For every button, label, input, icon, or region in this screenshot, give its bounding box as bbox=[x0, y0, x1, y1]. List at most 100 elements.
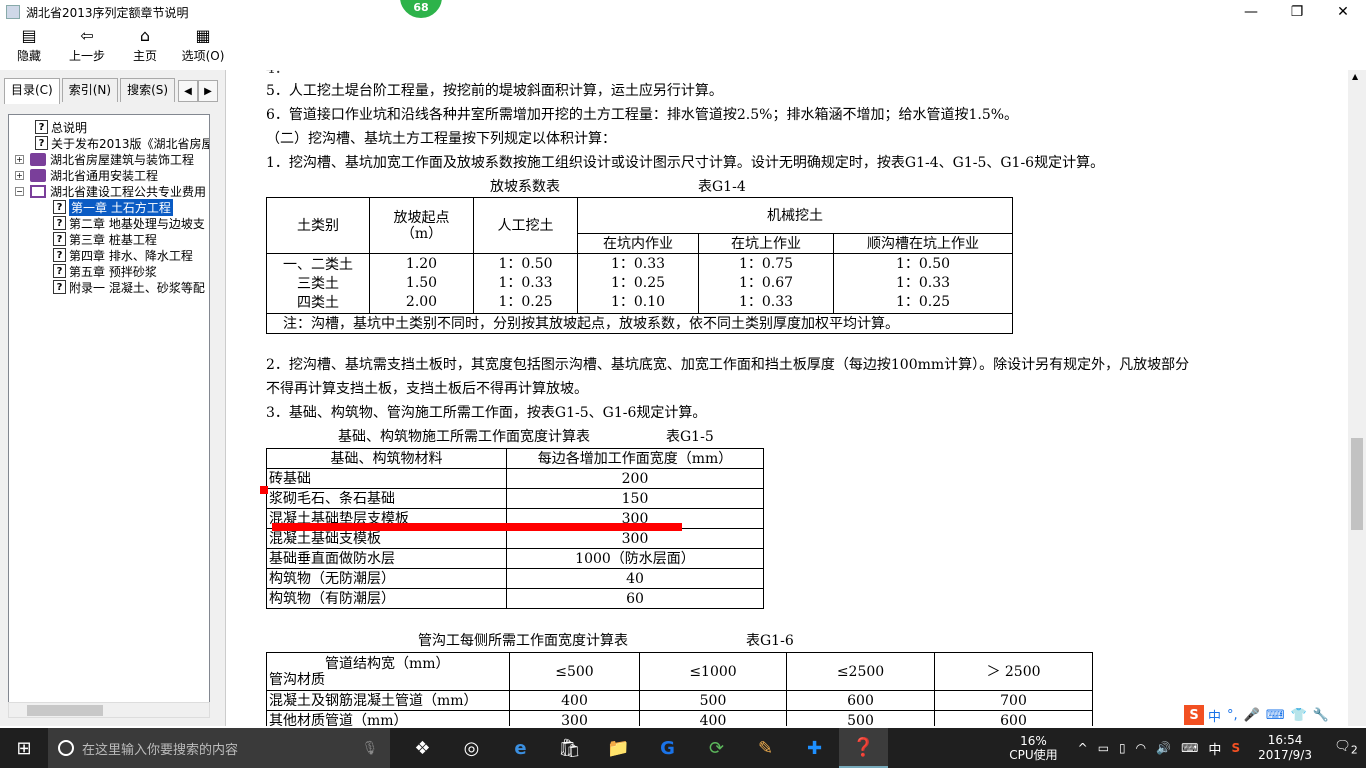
options-icon: ▦ bbox=[195, 25, 211, 45]
close-button[interactable]: ✕ bbox=[1320, 0, 1366, 24]
contents-tree[interactable]: ? 总说明 ? 关于发布2013版《湖北省房屋 + 湖北省房屋建筑与装饰工程 + 湖北省… bbox=[8, 114, 210, 718]
file-explorer-icon[interactable]: 📁 bbox=[594, 728, 643, 768]
store-icon[interactable]: 🛍 bbox=[545, 728, 594, 768]
chat-icon[interactable]: ▭ bbox=[1098, 741, 1109, 755]
tree-item-chapter5[interactable]: ? 第五章 预拌砂浆 bbox=[53, 263, 157, 279]
table-cell: 一、二类土 三类土 四类土 bbox=[266, 253, 370, 314]
search-placeholder: 在这里输入你要搜索的内容 bbox=[82, 742, 239, 758]
hide-button[interactable]: ▤ 隐藏 bbox=[0, 24, 58, 66]
keyboard-icon[interactable]: ⌨ bbox=[1181, 741, 1198, 755]
minimize-button[interactable]: — bbox=[1228, 0, 1274, 24]
plus-app-icon[interactable]: ✚ bbox=[790, 728, 839, 768]
table-cell: 500 bbox=[639, 690, 787, 711]
help-page-icon: ? bbox=[53, 280, 66, 294]
tree-label: 湖北省建设工程公共专业费用 bbox=[50, 184, 207, 199]
maximize-button[interactable]: ❐ bbox=[1274, 0, 1320, 24]
tab-index[interactable]: 索引(N) bbox=[61, 78, 119, 102]
windows-start-icon[interactable]: ⊞ bbox=[0, 728, 48, 768]
tab-scroll-right-icon[interactable]: ▶ bbox=[198, 80, 218, 102]
punctuation-icon[interactable]: °, bbox=[1227, 708, 1238, 723]
table-cell: 300 bbox=[509, 710, 640, 726]
tree-item-notice[interactable]: ? 关于发布2013版《湖北省房屋 bbox=[35, 135, 209, 151]
tree-item-appendix1[interactable]: ? 附录一 混凝土、砂浆等配 bbox=[53, 279, 205, 295]
notification-center-icon[interactable]: 🗨2 bbox=[1326, 739, 1366, 757]
content-vertical-scrollbar[interactable]: ▲ bbox=[1348, 70, 1366, 726]
table-row: 构筑物（有防潮层） 60 bbox=[266, 588, 764, 609]
options-button[interactable]: ▦ 选项(O) bbox=[174, 24, 232, 66]
tab-contents[interactable]: 目录(C) bbox=[4, 78, 60, 104]
browser-g-icon[interactable]: G bbox=[643, 728, 692, 768]
notes-app-icon[interactable]: ✎ bbox=[741, 728, 790, 768]
table-row: 其他材质管道（mm） 300 400 500 600 bbox=[266, 710, 1093, 726]
table-cell: 砖基础 bbox=[266, 468, 507, 489]
scroll-thumb[interactable] bbox=[1351, 438, 1363, 530]
table-cell: 1.20 1.50 2.00 bbox=[369, 253, 474, 314]
table-cell: 1：0.75 1：0.67 1：0.33 bbox=[698, 253, 834, 314]
taskbar-search-box[interactable]: 在这里输入你要搜索的内容 🎙 bbox=[48, 728, 390, 768]
table-header: ≤2500 bbox=[786, 652, 935, 691]
ime-mode[interactable]: 中 bbox=[1208, 706, 1221, 725]
tree-item-chapter3[interactable]: ? 第三章 桩基工程 bbox=[53, 231, 157, 247]
skin-icon[interactable]: 👕 bbox=[1291, 708, 1307, 723]
collapse-icon[interactable]: − bbox=[15, 186, 24, 196]
table-g1-4-caption: 放坡系数表 bbox=[490, 179, 560, 195]
tree-horizontal-scrollbar[interactable] bbox=[8, 702, 210, 718]
microphone-icon[interactable]: 🎙 bbox=[361, 741, 378, 756]
wifi-icon[interactable]: ◠ bbox=[1136, 741, 1146, 755]
table-cell: 400 bbox=[639, 710, 787, 726]
back-label: 上一步 bbox=[68, 48, 105, 63]
keyboard-icon[interactable]: ⌨ bbox=[1266, 708, 1285, 723]
table-header: 放坡起点 （m） bbox=[369, 197, 474, 254]
tree-item-chapter1[interactable]: ? 第一章 土石方工程 bbox=[53, 198, 173, 216]
tools-icon[interactable]: 🔧 bbox=[1313, 708, 1329, 723]
home-icon: ⌂ bbox=[139, 25, 151, 45]
tree-item-chapter2[interactable]: ? 第二章 地基处理与边坡支 bbox=[53, 215, 205, 231]
cpu-monitor[interactable]: 16% CPU使用 bbox=[1009, 734, 1057, 762]
scroll-up-icon[interactable]: ▲ bbox=[1352, 72, 1358, 81]
tree-item-chapter4[interactable]: ? 第四章 排水、降水工程 bbox=[53, 247, 193, 263]
tree-item-public[interactable]: − 湖北省建设工程公共专业费用 bbox=[15, 183, 206, 199]
table-g1-4: 土类别 放坡起点 （m） 人工挖土 机械挖土 在坑内作业 在坑上作业 顺沟槽在坑上… bbox=[266, 197, 1013, 334]
table-g1-6: 管道结构宽（mm） 管沟材质 ≤500 ≤1000 ≤2500 ＞ 2500 混凝… bbox=[266, 652, 1093, 726]
tree-item-install[interactable]: + 湖北省通用安装工程 bbox=[15, 167, 158, 183]
toolbar: ▤ 隐藏 ⇦ 上一步 ⌂ 主页 ▦ 选项(O) bbox=[0, 24, 1366, 66]
sogou-tray-icon[interactable]: S bbox=[1231, 741, 1240, 755]
microphone-icon[interactable]: 🎤 bbox=[1244, 708, 1260, 723]
table-row: 混凝土及钢筋混凝土管道（mm） 400 500 600 700 bbox=[266, 690, 1093, 711]
table-cell: 构筑物（无防潮层） bbox=[266, 568, 507, 589]
options-label: 选项(O) bbox=[181, 48, 225, 63]
table-cell: 150 bbox=[506, 488, 764, 509]
help-viewer-icon[interactable]: ❓ bbox=[839, 728, 888, 768]
edge-browser-icon[interactable]: e bbox=[496, 728, 545, 768]
tree-item-general[interactable]: ? 总说明 bbox=[35, 119, 87, 135]
scroll-thumb[interactable] bbox=[27, 705, 103, 716]
app-swirl-icon[interactable]: ◎ bbox=[447, 728, 496, 768]
tab-scroll-left-icon[interactable]: ◀ bbox=[178, 80, 198, 102]
red-annotation-line bbox=[272, 523, 682, 531]
expand-icon[interactable]: + bbox=[15, 154, 24, 164]
doc-item-2b: 不得再计算支挡土板，支挡土板后不得再计算放坡。 bbox=[266, 381, 588, 397]
table-header-diagonal: 管道结构宽（mm） 管沟材质 bbox=[266, 652, 510, 691]
cell-text: 1：0.25 bbox=[895, 294, 951, 310]
ime-toolbar[interactable]: S 中 °, 🎤 ⌨ 👕 🔧 bbox=[1184, 704, 1333, 726]
clock[interactable]: 16:54 2017/9/3 bbox=[1258, 733, 1312, 763]
header-text: 管沟材质 bbox=[269, 671, 325, 688]
help-page-icon: ? bbox=[35, 120, 48, 134]
home-button[interactable]: ⌂ 主页 bbox=[116, 24, 174, 66]
cell-text: 1：0.75 bbox=[738, 256, 794, 272]
tree-item-building[interactable]: + 湖北省房屋建筑与装饰工程 bbox=[15, 151, 194, 167]
expand-icon[interactable]: + bbox=[15, 170, 24, 180]
table-header: 机械挖土 bbox=[577, 197, 1013, 234]
volume-icon[interactable]: 🔊 bbox=[1156, 741, 1171, 755]
back-button[interactable]: ⇦ 上一步 bbox=[58, 24, 116, 66]
battery-icon[interactable]: ▯ bbox=[1119, 741, 1126, 755]
input-language[interactable]: 中 bbox=[1208, 739, 1221, 758]
tab-search[interactable]: 搜索(S) bbox=[120, 78, 176, 102]
refresh-app-icon[interactable]: ⟳ bbox=[692, 728, 741, 768]
sogou-icon[interactable]: S bbox=[1184, 705, 1204, 725]
tree-label: 第五章 预拌砂浆 bbox=[69, 264, 157, 279]
table-row: 混凝土基础支模板 300 bbox=[266, 528, 764, 549]
show-hidden-icons-icon[interactable]: ^ bbox=[1078, 741, 1088, 755]
back-arrow-icon: ⇦ bbox=[80, 25, 94, 45]
task-view-icon[interactable]: ❖ bbox=[398, 728, 447, 768]
